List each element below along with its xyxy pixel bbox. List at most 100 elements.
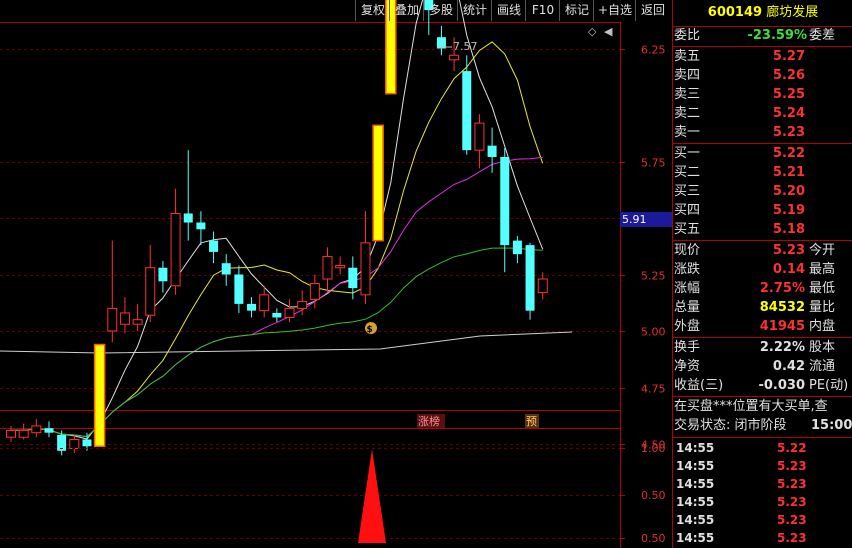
buy-label: 买五 (674, 222, 701, 237)
notice-row[interactable]: 在买盘***位置有大买单,查 (673, 398, 852, 416)
tick-time: 14:55 (676, 531, 715, 545)
buy-label: 买三 (674, 184, 701, 199)
stat-label2: 股本 (809, 340, 836, 355)
stat-label2: PE(动) (809, 378, 849, 393)
candle-up (6, 429, 16, 438)
f10-button[interactable]: F10 (525, 0, 560, 21)
sub-tick-1: 1.00 (641, 442, 666, 455)
candle-down (487, 145, 497, 157)
stat-label: 现价 (674, 243, 701, 258)
candle-up (119, 312, 130, 325)
divider (673, 396, 852, 397)
fuquan-button[interactable]: 复权 (355, 0, 390, 21)
candle-up (284, 307, 295, 318)
stat-row: 收益(三) -0.030 PE(动) (673, 377, 852, 395)
candle-up (132, 319, 143, 325)
back-button[interactable]: 返回 (635, 0, 670, 21)
sell-price: 5.25 (772, 87, 805, 102)
candle-down (234, 274, 244, 304)
stat-label: 收益(三) (674, 378, 724, 393)
tick-time: 14:55 (676, 495, 715, 509)
stat-value: 41945 (759, 319, 805, 334)
buy-price: 5.22 (772, 146, 805, 161)
sell-row[interactable]: 卖三 5.25 (673, 86, 852, 104)
buy-row[interactable]: 买三 5.20 (673, 183, 852, 201)
multi-stock-button[interactable]: 多股 (423, 0, 458, 21)
tick-row: 14:55 5.23 (673, 457, 852, 475)
tick-price: 5.23 (777, 495, 807, 509)
candle-up (145, 267, 156, 316)
stats-button[interactable]: 统计 (457, 0, 492, 21)
stock-code: 600149 (707, 5, 763, 20)
sell-row[interactable]: 卖二 5.24 (673, 105, 852, 123)
candle-up (309, 283, 320, 300)
candle-down (209, 240, 219, 252)
candle-down (500, 156, 510, 246)
candle-up (335, 264, 346, 269)
stat-row: 现价 5.23 今开 (673, 242, 852, 260)
buy-label: 买四 (674, 203, 701, 218)
collapse-icon[interactable]: ◀ (604, 25, 613, 38)
candle-up (170, 212, 181, 287)
stat-value: 0.14 (772, 262, 805, 277)
tick-row: 14:55 5.23 (673, 475, 852, 493)
buy-price: 5.18 (772, 222, 805, 237)
candle-up (259, 294, 270, 312)
sell-label: 卖一 (674, 125, 701, 140)
price-grid (0, 49, 625, 445)
stat-label2: 流通 (809, 359, 836, 374)
stat-label: 外盘 (674, 319, 701, 334)
candle-down (158, 267, 168, 282)
status-time: 15:00: (811, 418, 852, 433)
sell-row[interactable]: 卖一 5.23 (673, 124, 852, 142)
sub-tick-2: 0.50 (641, 489, 666, 502)
ma5-line (11, 0, 544, 440)
divider (673, 46, 852, 47)
stat-row: 涨幅 2.75% 最低 (673, 280, 852, 298)
buy-label: 买二 (674, 165, 701, 180)
buy-row[interactable]: 买二 5.21 (673, 164, 852, 182)
draw-line-button[interactable]: 画线 (491, 0, 526, 21)
sell-label: 卖二 (674, 106, 701, 121)
price-tick: 5.25 (641, 270, 666, 283)
buy-row[interactable]: 买四 5.19 (673, 202, 852, 220)
sell-row[interactable]: 卖四 5.26 (673, 67, 852, 85)
buy-row[interactable]: 买一 5.22 (673, 145, 852, 163)
stat-label: 涨幅 (674, 281, 701, 296)
sell-label: 卖五 (674, 49, 701, 64)
candle-down (462, 71, 472, 151)
signal-label-yu[interactable]: 预 (526, 415, 537, 428)
price-tick: 5.75 (641, 157, 666, 170)
diamond-icon[interactable]: ◇ (588, 25, 597, 38)
add-watchlist-button[interactable]: +自选 (593, 0, 636, 21)
kline-chart[interactable]: 7.507.257.006.756.506.255.755.505.255.00… (0, 0, 672, 548)
stat-value: 84532 (759, 300, 805, 315)
stat-label2: 最高 (809, 262, 836, 277)
ma20-line (11, 156, 543, 438)
stat-value: -0.030 (758, 378, 805, 393)
candle-limit-up (372, 124, 384, 242)
sell-price: 5.24 (772, 106, 805, 121)
stat-row: 换手 2.22% 股本 (673, 339, 852, 357)
tick-row: 14:55 5.23 (673, 511, 852, 529)
overlay-button[interactable]: 叠加 (389, 0, 424, 21)
candle-up (18, 429, 29, 438)
mark-button[interactable]: 标记 (559, 0, 594, 21)
tick-time: 14:55 (676, 441, 715, 455)
candle-up (107, 307, 118, 332)
candle-up (360, 242, 371, 296)
tick-price: 5.23 (777, 531, 807, 545)
stat-label2: 量比 (809, 300, 836, 315)
stock-header: 600149 廊坊发展 (673, 0, 852, 26)
buy-row[interactable]: 买五 5.18 (673, 221, 852, 239)
sell-row[interactable]: 卖五 5.27 (673, 48, 852, 66)
candle-down (525, 245, 535, 311)
signal-label-zhangbang[interactable]: 涨榜 (418, 414, 440, 428)
sell-price: 5.27 (772, 49, 805, 64)
buy-price: 5.20 (772, 184, 805, 199)
stat-label2: 今开 (809, 243, 836, 258)
sell-price: 5.23 (772, 125, 805, 140)
tick-time: 14:55 (676, 459, 715, 473)
candle-up (297, 301, 308, 309)
stat-label: 总量 (674, 300, 701, 315)
